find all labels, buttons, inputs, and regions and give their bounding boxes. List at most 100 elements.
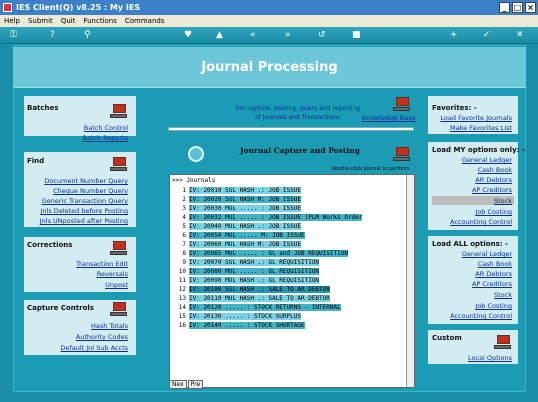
list-item[interactable]: 1 IV: 20010 SGL HASH .: JOB ISSUE: [172, 186, 402, 195]
batch-reports-link[interactable]: Batch Reports: [82, 134, 128, 142]
list-item[interactable]: 13 IV: 20110 MUL HASH .: SALE TO AR DEBTO…: [172, 294, 402, 303]
my-ap-creditors-link[interactable]: AP Creditors: [472, 186, 512, 194]
authority-codes-link[interactable]: Authority Codes: [76, 333, 128, 341]
my-options-heading: Load MY options only: -: [432, 146, 525, 154]
list-item[interactable]: 15 IV: 20130 ..... : STOCK SURPLUS: [172, 312, 402, 321]
all-accounting-control-link[interactable]: Accounting Control: [450, 312, 512, 320]
list-item[interactable]: 5 IV: 20040 MUL HASH .: JOB ISSUE: [172, 222, 402, 231]
load-favorite-journals-link[interactable]: Load Favorite Journals: [440, 114, 512, 122]
key-icon[interactable]: ⚿: [10, 30, 17, 40]
menu-submit[interactable]: Submit: [28, 15, 53, 27]
info-line-1: For capture, posting, query and reportin…: [235, 105, 361, 112]
cheque-number-query-link[interactable]: Cheque Number Query: [53, 187, 128, 195]
last-icon[interactable]: »: [285, 30, 291, 40]
custom-computer-icon: [494, 335, 511, 350]
batch-control-link[interactable]: Batch Control: [84, 124, 128, 132]
knowledge-base-link[interactable]: Knowledge Base: [362, 114, 416, 122]
my-general-ledger-link[interactable]: General Ledger: [462, 156, 512, 164]
capture-title: Journal Capture and Posting: [240, 146, 360, 155]
menu-commands[interactable]: Commands: [125, 15, 165, 27]
toolbar: ⚿ ? ⚲ ♥ ▲ « » ↺ ■ + ✓ ✕: [0, 27, 538, 44]
list-item[interactable]: 8 IV: 20065 MUL ..... : GL and JOB REQUIS…: [172, 249, 402, 258]
unpost-link[interactable]: Unpost: [105, 281, 128, 289]
hash-totals-link[interactable]: Hash Totals: [91, 322, 128, 330]
up-icon[interactable]: ▲: [216, 30, 223, 40]
my-stock-link[interactable]: Stock: [494, 197, 512, 205]
list-item[interactable]: 9 IV: 20070 SGL HASH .: GL REQUISITION: [172, 258, 402, 267]
confirm-icon[interactable]: ✓: [483, 30, 491, 40]
list-item[interactable]: 6 IV: 20050 MUL ..... M: JOB ISSUE: [172, 231, 402, 240]
menu-quit[interactable]: Quit: [61, 15, 76, 27]
list-item[interactable]: 16 IV: 20140 ..... : STOCK SHORTAGE: [172, 321, 402, 330]
page-header: Journal Processing: [13, 47, 526, 88]
help-icon[interactable]: ?: [50, 30, 55, 40]
window-titlebar: IES Client(Q) v8.25 : My IES _ □ ×: [0, 0, 538, 15]
search-icon[interactable]: ⚲: [84, 30, 91, 40]
menu-functions[interactable]: Functions: [83, 15, 116, 27]
all-ap-creditors-link[interactable]: AP Creditors: [472, 280, 512, 288]
list-item[interactable]: 11 IV: 20090 MUL HASH .: GL REQUISITION: [172, 276, 402, 285]
all-ar-debtors-link[interactable]: AR Debtors: [475, 270, 512, 278]
all-options-heading: Load ALL options: -: [432, 240, 508, 248]
my-job-costing-link[interactable]: Job Costing: [475, 208, 512, 216]
list-item[interactable]: 12 IV: 20100 SGL HASH .: SALE TO AR DEBTO…: [172, 285, 402, 294]
corrections-computer-icon: [110, 241, 127, 256]
first-icon[interactable]: «: [250, 30, 256, 40]
journal-list[interactable]: >>> Journals 1 IV: 20010 SGL HASH .: JOB …: [169, 174, 415, 388]
add-icon[interactable]: +: [450, 30, 458, 40]
generic-transaction-query-link[interactable]: Generic Transaction Query: [42, 197, 128, 205]
local-options-link[interactable]: Local Options: [468, 354, 512, 362]
menu-bar: Help Submit Quit Functions Commands: [0, 15, 538, 27]
close-button[interactable]: ×: [525, 2, 536, 13]
list-item[interactable]: 3 IV: 20030 MUL ..... : JOB ISSUE: [172, 204, 402, 213]
menu-help[interactable]: Help: [4, 15, 20, 27]
favorites-heading: Favorites: -: [432, 104, 477, 112]
document-number-query-link[interactable]: Document Number Query: [44, 177, 128, 185]
my-cash-book-link[interactable]: Cash Book: [478, 166, 512, 174]
capture-controls-heading: Capture Controls: [27, 304, 94, 312]
all-stock-link[interactable]: Stock: [494, 291, 512, 299]
all-general-ledger-link[interactable]: General Ledger: [462, 250, 512, 258]
page-title: Journal Processing: [201, 60, 338, 75]
clock-icon: [188, 146, 204, 162]
default-jnl-sub-accts-link[interactable]: Default Jnl Sub Accts: [60, 344, 128, 352]
capture-controls-computer-icon: [110, 302, 127, 317]
tab-next[interactable]: Nex: [169, 380, 187, 389]
list-item[interactable]: 14 IV: 20120 ..... : STOCK RETURNS - INTE…: [172, 303, 402, 312]
jnls-deleted-before-posting-link[interactable]: Jnls Deleted before Posting: [41, 207, 128, 215]
knowledge-computer-icon: [393, 97, 410, 112]
list-item[interactable]: 7 IV: 20060 MUL HASH M: JOB ISSUE: [172, 240, 402, 249]
my-ar-debtors-link[interactable]: AR Debtors: [475, 176, 512, 184]
cancel-icon[interactable]: ✕: [516, 30, 524, 40]
journal-list-header: >>> Journals: [172, 177, 216, 184]
all-cash-book-link[interactable]: Cash Book: [478, 260, 512, 268]
divider-bar: [168, 127, 414, 131]
list-item[interactable]: 4 IV: 20032 MUL ..... : JOB ISSUE (PLM Wo…: [172, 213, 402, 222]
tab-previous[interactable]: Pre: [187, 380, 204, 389]
make-favorites-list-link[interactable]: Make Favorites List: [450, 124, 512, 132]
reversals-link[interactable]: Reversals: [97, 270, 128, 278]
find-heading: Find: [27, 157, 45, 165]
capture-computer-icon: [393, 147, 410, 162]
transaction-edit-link[interactable]: Transaction Edit: [76, 260, 128, 268]
app-icon: [3, 3, 12, 12]
custom-heading: Custom: [432, 334, 462, 342]
my-accounting-control-link[interactable]: Accounting Control: [450, 218, 512, 226]
favorite-icon[interactable]: ♥: [184, 30, 192, 40]
minimize-button[interactable]: _: [499, 2, 510, 13]
corrections-heading: Corrections: [27, 241, 73, 249]
list-scrollbar[interactable]: [406, 175, 414, 387]
refresh-icon[interactable]: ↺: [318, 30, 326, 40]
window-title: IES Client(Q) v8.25 : My IES: [16, 3, 141, 12]
capture-hint: double-click journal to perform: [332, 166, 409, 172]
find-computer-icon: [110, 157, 127, 172]
batches-heading: Batches: [27, 104, 59, 112]
list-item[interactable]: 2 IV: 20020 SGL HASH M: JOB ISSUE: [172, 195, 402, 204]
stop-icon[interactable]: ■: [352, 30, 361, 40]
list-item[interactable]: 10 IV: 20080 MUL ..... : GL REQUISITION: [172, 267, 402, 276]
list-tabs: Nex Pre: [169, 380, 204, 389]
maximize-button[interactable]: □: [512, 2, 523, 13]
jnls-unposted-after-posting-link[interactable]: Jnls UNposted after Posting: [40, 217, 128, 225]
batches-computer-icon: [110, 104, 127, 119]
all-job-costing-link[interactable]: Job Costing: [475, 302, 512, 310]
